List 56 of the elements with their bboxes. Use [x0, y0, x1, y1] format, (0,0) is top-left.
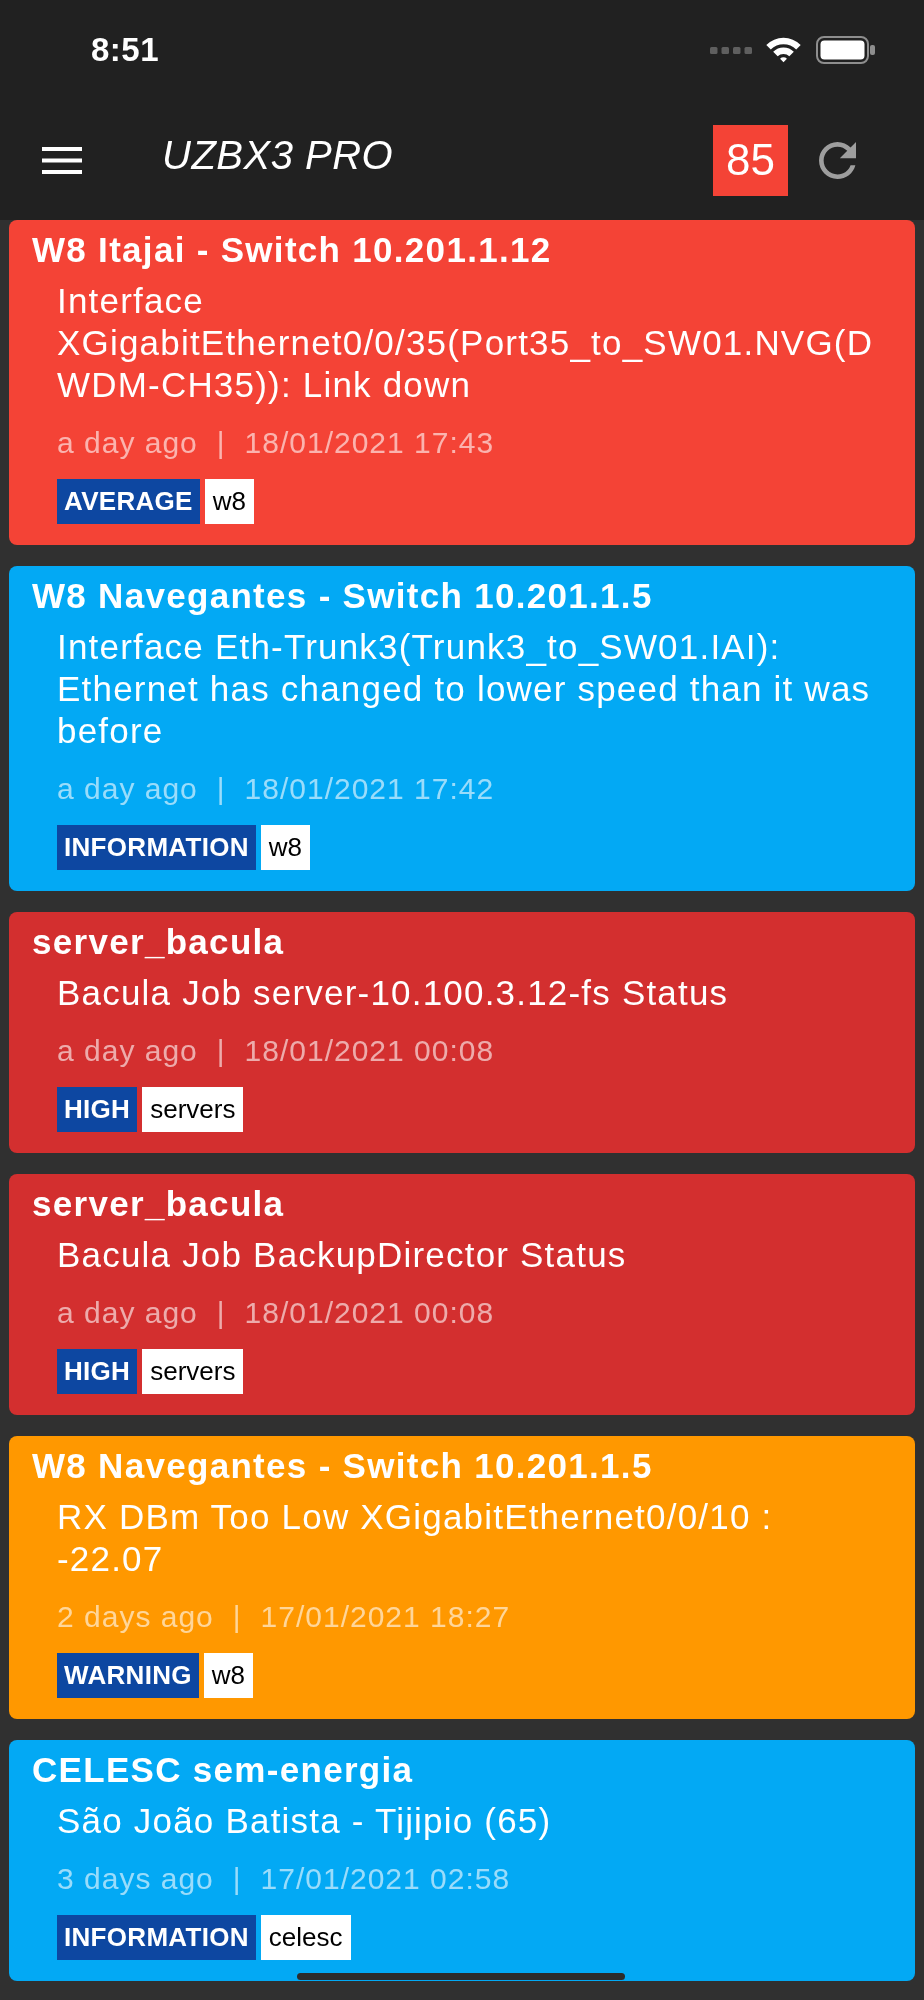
- signal-icon: [710, 46, 752, 54]
- severity-tag: INFORMATION: [57, 825, 256, 870]
- alert-timestamp: 17/01/2021 02:58: [260, 1861, 511, 1897]
- alert-message: RX DBm Too Low XGigabitEthernet0/0/10 : -22.07: [57, 1496, 774, 1580]
- group-tag: w8: [260, 825, 311, 870]
- alert-card[interactable]: server_bacula Bacula Job server-10.100.3.12-fs Status a day ago | 18/01/2021 00:08 HIGH servers: [9, 912, 915, 1153]
- host-name: W8 Navegantes - Switch 10.201.1.5: [32, 1445, 654, 1487]
- host-name: W8 Navegantes - Switch 10.201.1.5: [32, 575, 654, 617]
- alert-timestamp: 18/01/2021 00:08: [244, 1033, 495, 1069]
- menu-icon[interactable]: [42, 146, 82, 174]
- severity-tag: HIGH: [57, 1349, 138, 1394]
- alert-age: a day ago: [57, 425, 198, 461]
- alert-card[interactable]: W8 Itajai - Switch 10.201.1.12 Interface XGigabitEthernet0/0/35(Port35_to_SW01.NVG(DWDM-CH35)): Link down a day ago | 18/01/2021 17:43 AVERAGE w8: [9, 220, 915, 545]
- alert-age: a day ago: [57, 771, 198, 807]
- alert-age: 2 days ago: [57, 1599, 214, 1635]
- alert-card[interactable]: W8 Navegantes - Switch 10.201.1.5 Interface Eth-Trunk3(Trunk3_to_SW01.IAI): Ethernet has changed to lower speed than it was before a day ago | 18/01/2021 17:42 INFORMATION w8: [9, 566, 915, 891]
- alert-timestamp: 18/01/2021 17:42: [244, 771, 495, 807]
- alert-age: a day ago: [57, 1033, 198, 1069]
- alert-count-badge: 85: [713, 124, 788, 196]
- alert-age: 3 days ago: [57, 1861, 214, 1897]
- status-time: 8:51: [91, 31, 160, 69]
- alert-message: Interface XGigabitEthernet0/0/35(Port35_to_SW01.NVG(DWDM-CH35)): Link down: [57, 280, 875, 406]
- severity-tag: WARNING: [57, 1653, 199, 1698]
- meta-separator: |: [216, 1295, 226, 1331]
- host-name: server_bacula: [32, 1183, 286, 1225]
- group-tag: celesc: [260, 1915, 351, 1960]
- group-tag: servers: [142, 1087, 244, 1132]
- group-tag: w8: [203, 1653, 253, 1698]
- alert-timestamp: 18/01/2021 17:43: [244, 425, 495, 461]
- alert-card[interactable]: CELESC sem-energia São João Batista - Tijipio (65) 3 days ago | 17/01/2021 02:58 INFORMATION celesc: [9, 1740, 915, 1981]
- battery-icon: [816, 36, 875, 64]
- refresh-icon[interactable]: [819, 141, 856, 179]
- meta-separator: |: [216, 1033, 226, 1069]
- group-tag: servers: [142, 1349, 244, 1394]
- alert-timestamp: 17/01/2021 18:27: [260, 1599, 511, 1635]
- severity-tag: AVERAGE: [57, 479, 200, 524]
- host-name: W8 Itajai - Switch 10.201.1.12: [32, 229, 553, 271]
- alert-message: Bacula Job server-10.100.3.12-fs Status: [57, 972, 730, 1014]
- alert-message: Bacula Job BackupDirector Status: [57, 1234, 628, 1276]
- severity-tag: INFORMATION: [57, 1915, 256, 1960]
- host-name: CELESC sem-energia: [32, 1749, 415, 1791]
- alert-message: Interface Eth-Trunk3(Trunk3_to_SW01.IAI): Ethernet has changed to lower speed than it was before: [57, 626, 872, 752]
- severity-tag: HIGH: [57, 1087, 138, 1132]
- group-tag: w8: [204, 479, 254, 524]
- meta-separator: |: [232, 1599, 242, 1635]
- meta-separator: |: [216, 771, 226, 807]
- meta-separator: |: [216, 425, 226, 461]
- alert-age: a day ago: [57, 1295, 198, 1331]
- app-title: UZBX3 PRO: [162, 132, 394, 178]
- alert-message: São João Batista - Tijipio (65): [57, 1800, 553, 1842]
- meta-separator: |: [232, 1861, 242, 1897]
- alert-card[interactable]: W8 Navegantes - Switch 10.201.1.5 RX DBm Too Low XGigabitEthernet0/0/10 : -22.07 2 days ago | 17/01/2021 18:27 WARNING w8: [9, 1436, 915, 1719]
- alert-timestamp: 18/01/2021 00:08: [244, 1295, 495, 1331]
- wifi-icon: [766, 37, 801, 63]
- host-name: server_bacula: [32, 921, 286, 963]
- alert-card[interactable]: server_bacula Bacula Job BackupDirector Status a day ago | 18/01/2021 00:08 HIGH servers: [9, 1174, 915, 1415]
